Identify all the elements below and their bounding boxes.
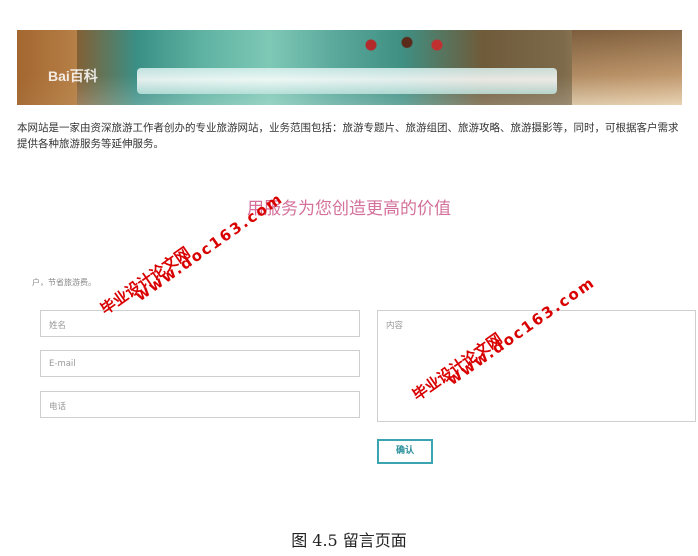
banner-waterfall xyxy=(137,68,557,94)
banner-image xyxy=(17,30,682,105)
submit-button[interactable]: 确认 xyxy=(377,439,433,464)
baidu-logo-watermark: Bai百科 xyxy=(48,68,98,84)
banner-people xyxy=(347,32,467,58)
slogan-heading: 用服务为您创造更高的价值 xyxy=(247,199,451,219)
phone-input[interactable]: 电话 xyxy=(40,391,360,418)
intro-text: 本网站是一家由资深旅游工作者创办的专业旅游网站，业务范围包括：旅游专题片、旅游组… xyxy=(17,122,679,150)
name-input[interactable]: 姓名 xyxy=(40,310,360,337)
banner-rocks xyxy=(572,30,682,105)
email-input[interactable]: E-mail xyxy=(40,350,360,377)
figure-caption: 图 4.5 留言页面 xyxy=(291,531,407,550)
small-note: 户，节省旅游费。 xyxy=(32,278,96,287)
